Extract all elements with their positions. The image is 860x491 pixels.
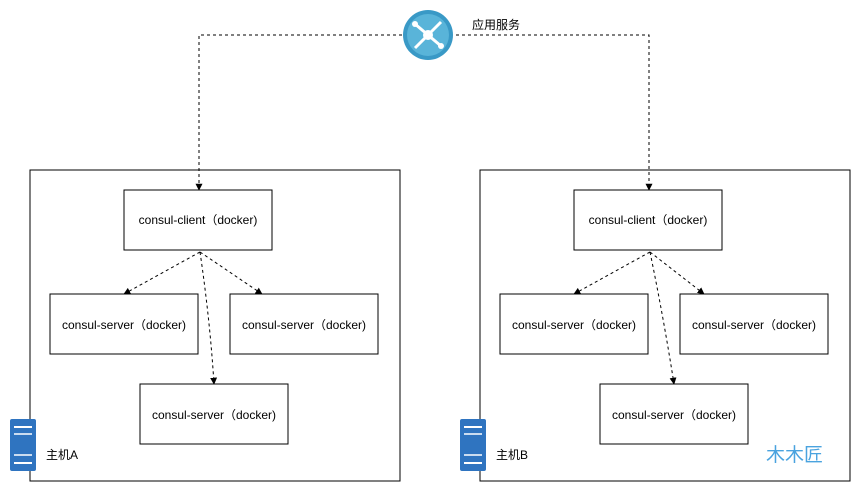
host-b-edge-client-server-1 [573, 251, 651, 295]
host-b-edge-client-server-2 [649, 251, 705, 295]
host-a-edge-client-server-3 [199, 251, 218, 385]
server-icon [460, 419, 486, 471]
service-to-client-b-connector [450, 34, 653, 191]
service-label: 应用服务 [472, 17, 520, 32]
azure-service-fabric-icon [403, 10, 453, 60]
watermark-text: 木木匠 [766, 444, 823, 466]
service-to-client-a-connector [195, 34, 408, 191]
host-b-group: consul-client（docker) consul-server（dock… [460, 169, 851, 482]
host-a-server-2-label: consul-server（docker) [242, 318, 366, 332]
host-b-label: 主机B [496, 448, 528, 462]
host-a-server-1-label: consul-server（docker) [62, 318, 186, 332]
host-a-client-label: consul-client（docker) [139, 213, 258, 227]
host-b-client-label: consul-client（docker) [589, 213, 708, 227]
host-a-group: consul-client（docker) consul-server（dock… [10, 169, 401, 482]
architecture-diagram: 应用服务 consul-client（docker) consul-server… [10, 10, 851, 482]
host-b-edge-client-server-3 [649, 251, 677, 385]
server-icon [10, 419, 36, 471]
host-b-server-1-label: consul-server（docker) [512, 318, 636, 332]
host-b-server-2-label: consul-server（docker) [692, 318, 816, 332]
host-a-edge-client-server-2 [199, 251, 263, 295]
host-a-server-3-label: consul-server（docker) [152, 408, 276, 422]
host-a-label: 主机A [46, 448, 78, 462]
host-a-edge-client-server-1 [123, 251, 201, 295]
host-b-server-3-label: consul-server（docker) [612, 408, 736, 422]
